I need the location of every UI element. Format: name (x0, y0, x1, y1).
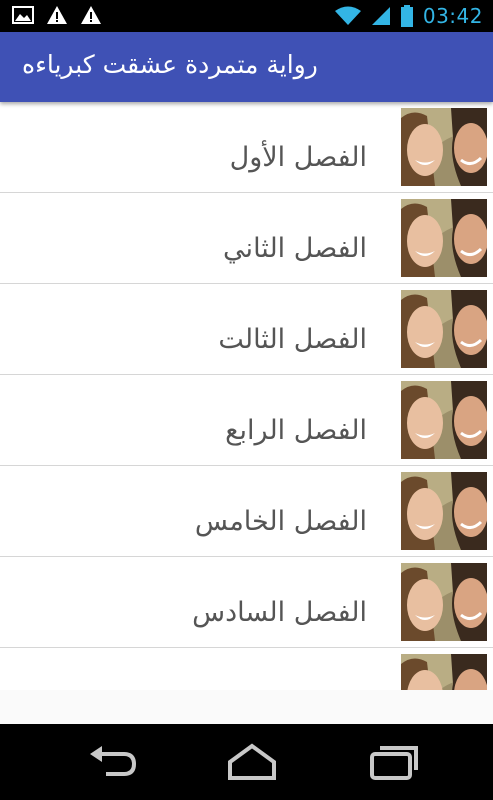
chapter-label: الفصل الثالت (218, 324, 367, 355)
chapter-thumbnail (401, 290, 487, 368)
system-icons: 03:42 (334, 4, 483, 28)
screen: 03:42 رواية متمردة عشقت كبرياءه الفصل ال… (0, 0, 493, 800)
list-item[interactable]: الفصل الرابع (0, 375, 493, 466)
warning-icon (47, 6, 67, 24)
chapter-thumbnail (401, 381, 487, 459)
home-button[interactable] (222, 742, 282, 782)
chapter-list[interactable]: الفصل الأول الفصل الثاني الفصل الثالت ال… (0, 102, 493, 690)
chapter-thumbnail (401, 108, 487, 186)
list-item[interactable] (0, 648, 493, 690)
chapter-label: الفصل الأول (229, 142, 367, 173)
chapter-label: الفصل الخامس (194, 506, 367, 537)
image-icon (12, 6, 34, 24)
clock: 03:42 (422, 4, 483, 28)
warning-icon (81, 6, 101, 24)
app-title: رواية متمردة عشقت كبرياءه (22, 50, 318, 79)
list-footer-space (0, 690, 493, 724)
recent-apps-button[interactable] (364, 742, 424, 782)
signal-icon (371, 7, 390, 25)
chapter-thumbnail (401, 654, 487, 690)
back-icon (90, 746, 137, 776)
home-icon (228, 743, 276, 780)
notification-icons (12, 5, 102, 25)
list-item[interactable]: الفصل السادس (0, 557, 493, 648)
list-item[interactable]: الفصل الأول (0, 102, 493, 193)
chapter-thumbnail (401, 472, 487, 550)
recent-apps-icon (370, 746, 418, 780)
chapter-label: الفصل الرابع (225, 415, 367, 446)
chapter-thumbnail (401, 199, 487, 277)
app-bar: رواية متمردة عشقت كبرياءه (0, 32, 493, 102)
chapter-label: الفصل السادس (192, 597, 367, 628)
wifi-icon (334, 6, 361, 25)
chapter-label: الفصل الثاني (223, 233, 367, 264)
chapter-thumbnail (401, 563, 487, 641)
battery-icon (400, 5, 413, 27)
back-button[interactable] (84, 742, 144, 782)
status-bar: 03:42 (0, 0, 493, 32)
list-item[interactable]: الفصل الثاني (0, 193, 493, 284)
list-item[interactable]: الفصل الثالت (0, 284, 493, 375)
list-item[interactable]: الفصل الخامس (0, 466, 493, 557)
navigation-bar (0, 724, 493, 800)
